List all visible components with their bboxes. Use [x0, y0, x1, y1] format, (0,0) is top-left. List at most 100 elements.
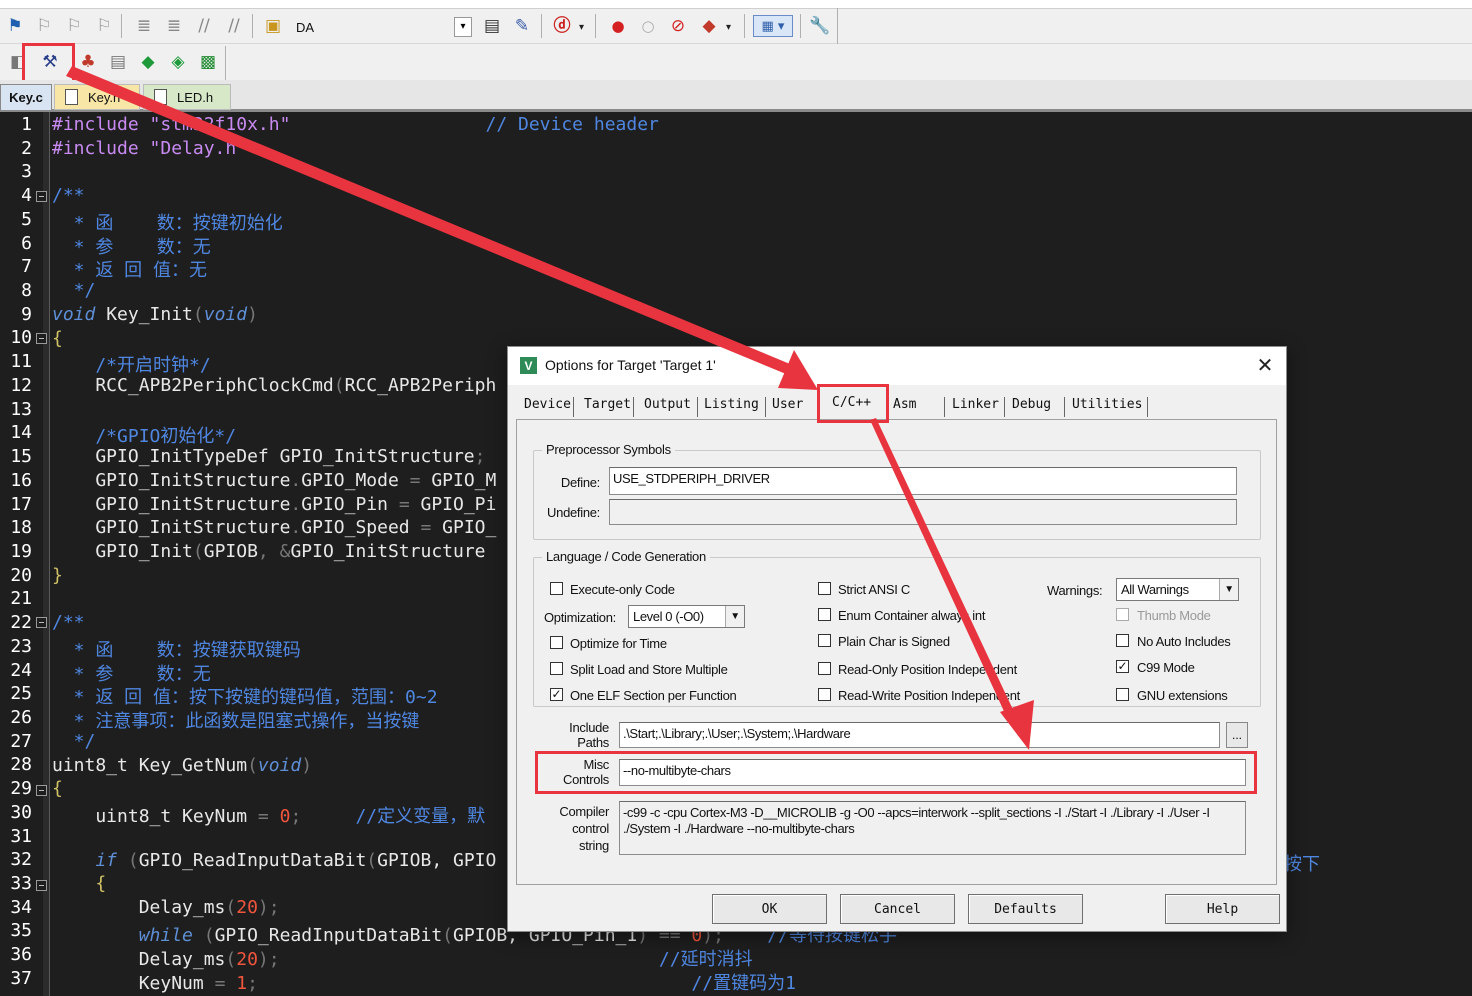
code-line-5: * 函 数：按键初始化: [52, 213, 283, 234]
manage-rte-icon[interactable]: ◆: [137, 51, 159, 73]
prev-bookmark-icon[interactable]: ⚐: [33, 15, 55, 37]
optimization-select[interactable]: Level 0 (-O0) ▼: [628, 605, 745, 628]
cancel-button[interactable]: Cancel: [840, 894, 955, 924]
tab-output[interactable]: Output: [644, 397, 698, 417]
line-number: 10: [10, 327, 32, 349]
optimize-time-checkbox[interactable]: [550, 636, 563, 649]
kill-breakpoints-icon[interactable]: ◆: [698, 15, 720, 37]
tab-led-h[interactable]: LED.h: [143, 84, 231, 110]
tab-device[interactable]: Device: [524, 397, 574, 417]
tab-debug[interactable]: Debug: [1012, 397, 1065, 417]
incremental-find-icon[interactable]: ▤: [481, 15, 503, 37]
toolbar-separator: [595, 14, 596, 38]
gnu-ext-label: GNU extensions: [1137, 688, 1228, 703]
thumb-mode-label: Thumb Mode: [1137, 608, 1211, 623]
thumb-mode-checkbox[interactable]: [1116, 608, 1129, 621]
insert-breakpoint-icon[interactable]: ●: [607, 15, 629, 37]
fold-toggle-icon[interactable]: [36, 785, 47, 796]
code-line-11: /*开启时钟*/: [52, 355, 211, 376]
debug-settings-icon[interactable]: ✎: [511, 15, 533, 37]
indent-icon[interactable]: ≣: [133, 15, 155, 37]
tab-asm[interactable]: Asm: [893, 397, 945, 417]
plain-char-checkbox[interactable]: [818, 634, 831, 647]
start-debug-icon[interactable]: ⓓ: [551, 15, 573, 37]
debug-dropdown-arrow-icon[interactable]: ▾: [579, 22, 584, 33]
code-line-26: * 注意事项：此函数是阻塞式操作，当按键: [52, 711, 420, 732]
code-line-32: if (GPIO_ReadInputDataBit(GPIOB, GPIO: [52, 850, 497, 871]
one-elf-checkbox[interactable]: ✓: [550, 688, 563, 701]
pack-installer-icon[interactable]: ◈: [167, 51, 189, 73]
line-number: 25: [10, 683, 32, 705]
c99-mode-checkbox[interactable]: ✓: [1116, 660, 1129, 673]
code-line-37: KeyNum = 1; //置键码为1: [52, 973, 796, 994]
software-packs-icon[interactable]: ▩: [197, 51, 219, 73]
language-group-label: Language / Code Generation: [542, 549, 710, 564]
highlight-c-cpp-tab-box: [817, 384, 889, 423]
line-number: 8: [21, 280, 32, 302]
fold-toggle-icon[interactable]: [36, 333, 47, 344]
line-number: 24: [10, 659, 32, 681]
split-load-checkbox[interactable]: [550, 662, 563, 675]
build-toolbar: ◧ ⚒ ♣ ▤ ◆ ◈ ▩: [0, 44, 1472, 80]
tab-user[interactable]: User: [772, 397, 812, 417]
no-auto-includes-checkbox[interactable]: [1116, 634, 1129, 647]
rw-position-checkbox[interactable]: [818, 688, 831, 701]
code-line-19: GPIO_Init(GPIOB, &GPIO_InitStructure: [52, 541, 486, 562]
one-elf-label: One ELF Section per Function: [570, 688, 737, 703]
include-paths-input[interactable]: .\Start;.\Library;.\User;.\System;.\Hard…: [619, 722, 1220, 748]
ok-button[interactable]: OK: [712, 894, 827, 924]
clear-bookmarks-icon[interactable]: ⚐: [93, 15, 115, 37]
defaults-button[interactable]: Defaults: [968, 894, 1083, 924]
ro-position-checkbox[interactable]: [818, 662, 831, 675]
keil-app-icon: V: [520, 357, 537, 374]
code-line-2: #include "Delay.h": [52, 138, 248, 159]
tab-utilities[interactable]: Utilities: [1072, 397, 1148, 417]
code-line-4: /**: [52, 185, 85, 206]
next-bookmark-icon[interactable]: ⚐: [63, 15, 85, 37]
line-number: 30: [10, 801, 32, 823]
line-number: 31: [10, 825, 32, 847]
enable-breakpoint-icon[interactable]: ○: [637, 15, 659, 37]
tab-key-c[interactable]: Key.c: [0, 84, 52, 110]
execute-only-checkbox[interactable]: [550, 582, 563, 595]
strict-ansi-checkbox[interactable]: [818, 582, 831, 595]
unindent-icon[interactable]: ≣: [163, 15, 185, 37]
target-dropdown-arrow-icon[interactable]: ▾: [454, 17, 472, 37]
disable-breakpoints-icon[interactable]: ⊘: [667, 15, 689, 37]
configure-icon[interactable]: 🔧: [809, 15, 831, 37]
fold-toggle-icon[interactable]: [36, 880, 47, 891]
line-number: 28: [10, 754, 32, 776]
chevron-down-icon: ▼: [725, 606, 744, 627]
manage-project-items-icon[interactable]: ♣: [77, 51, 99, 73]
help-button[interactable]: Help: [1165, 894, 1280, 924]
window-layout-icon[interactable]: ▦ ▾: [753, 15, 793, 37]
c-cpp-tab-panel: Preprocessor Symbols Define: USE_STDPERI…: [516, 419, 1277, 885]
find-in-files-icon[interactable]: ▣: [262, 15, 284, 37]
gnu-ext-checkbox[interactable]: [1116, 688, 1129, 701]
breakpoint-dropdown-arrow-icon[interactable]: ▾: [726, 22, 731, 33]
tab-target[interactable]: Target: [584, 397, 634, 417]
uncomment-icon[interactable]: //: [223, 15, 245, 37]
line-number: 16: [10, 469, 32, 491]
define-input[interactable]: USE_STDPERIPH_DRIVER: [609, 467, 1237, 495]
enum-container-checkbox[interactable]: [818, 608, 831, 621]
tab-listing[interactable]: Listing: [704, 397, 766, 417]
toolbar-separator: [541, 14, 542, 38]
select-packs-icon[interactable]: ▤: [107, 51, 129, 73]
compiler-control-label: Compiler control string: [559, 804, 609, 853]
chevron-down-icon: ▼: [1219, 579, 1238, 600]
highlight-misc-controls-box: [535, 751, 1257, 794]
tab-linker[interactable]: Linker: [952, 397, 1005, 417]
include-paths-browse-button[interactable]: ...: [1226, 722, 1248, 748]
fold-toggle-icon[interactable]: [36, 617, 47, 628]
warnings-value: All Warnings: [1121, 582, 1189, 597]
close-icon[interactable]: ✕: [1254, 352, 1276, 378]
tab-key-h[interactable]: Key.h: [54, 84, 140, 110]
bookmark-flag-icon[interactable]: ⚑: [4, 15, 26, 37]
comment-icon[interactable]: //: [193, 15, 215, 37]
warnings-select[interactable]: All Warnings ▼: [1116, 578, 1239, 601]
dialog-title-bar[interactable]: V Options for Target 'Target 1' ✕: [508, 347, 1286, 385]
code-line-32-tail-comment: 按下: [1284, 854, 1320, 875]
fold-toggle-icon[interactable]: [36, 191, 47, 202]
undefine-input[interactable]: [609, 499, 1237, 525]
